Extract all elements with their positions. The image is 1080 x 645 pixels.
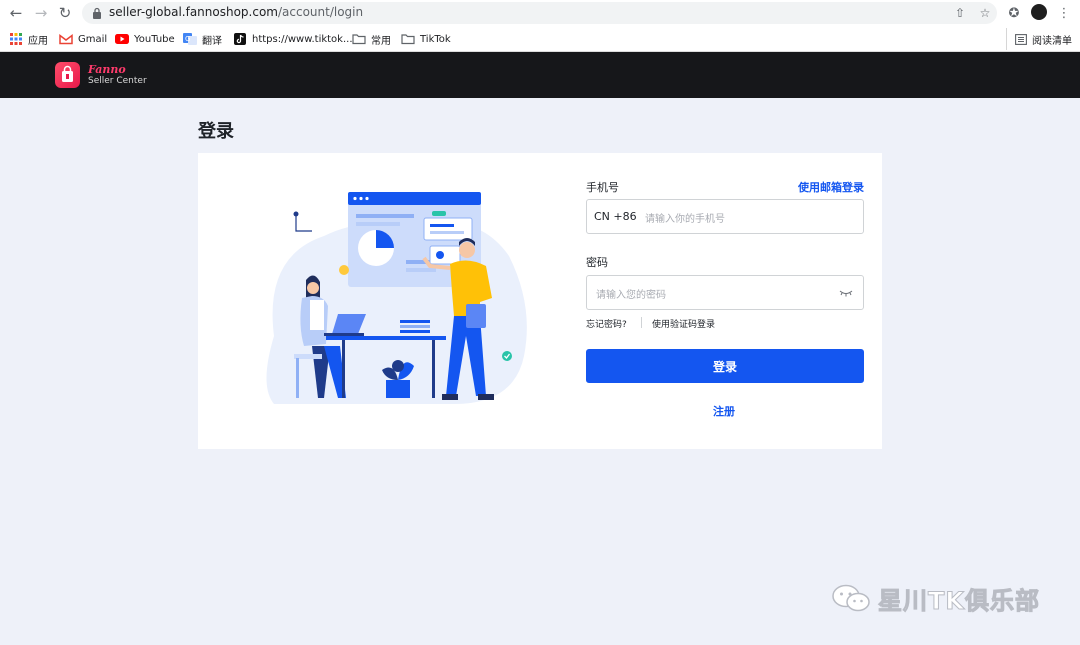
bookmark-label: YouTube — [134, 33, 175, 45]
star-icon[interactable]: ☆ — [977, 5, 993, 21]
browser-toolbar: ← → ↻ seller-global.fannoshop.com/accoun… — [0, 0, 1080, 26]
password-field[interactable]: 请输入您的密码 — [586, 275, 864, 310]
translate-icon: G — [183, 33, 197, 45]
bookmark-label: 应用 — [28, 35, 48, 47]
register-link[interactable]: 注册 — [713, 403, 735, 419]
bookmarks-bar: 应用 Gmail YouTube G 翻译 https://www.tiktok… — [0, 27, 1080, 51]
watermark-text: 星川TK俱乐部 — [878, 586, 1040, 615]
bookmark-label: https://www.tiktok... — [252, 33, 353, 45]
lock-icon — [93, 7, 101, 19]
address-bar[interactable]: seller-global.fannoshop.com/account/logi… — [82, 2, 997, 24]
profile-avatar[interactable] — [1031, 4, 1047, 20]
url-host: seller-global.fannoshop.com — [109, 5, 278, 19]
bookmark-translate[interactable]: G 翻译 — [183, 30, 222, 48]
reading-list-icon — [1015, 33, 1027, 45]
bookmark-label: Gmail — [78, 33, 108, 45]
email-login-link[interactable]: 使用邮箱登录 — [798, 179, 864, 195]
svg-text:G: G — [185, 35, 190, 43]
watermark: 星川TK俱乐部 — [830, 580, 1040, 616]
country-code-select[interactable]: CN +86 — [594, 210, 637, 223]
brand-name: Fanno — [88, 63, 126, 76]
wechat-icon — [832, 584, 870, 612]
forward-icon[interactable]: → — [31, 3, 51, 23]
phone-input-placeholder[interactable]: 请输入你的手机号 — [645, 210, 725, 225]
brand-subtitle: Seller Center — [88, 76, 147, 86]
tiktok-icon — [234, 33, 246, 45]
password-input-placeholder[interactable]: 请输入您的密码 — [596, 286, 666, 301]
link-divider — [641, 317, 642, 328]
shopping-bag-icon — [62, 65, 73, 82]
folder-icon — [401, 34, 415, 45]
share-icon[interactable]: ⇧ — [952, 5, 968, 21]
bookmark-folder-tiktok[interactable]: TikTok — [401, 30, 451, 48]
youtube-icon — [115, 34, 129, 44]
extensions-icon[interactable]: ✪ — [1004, 3, 1024, 23]
site-header: Fanno Seller Center — [0, 52, 1080, 98]
bookmark-gmail[interactable]: Gmail — [59, 30, 107, 48]
reading-list-label: 阅读清单 — [1032, 35, 1072, 47]
bookmark-label: 翻译 — [202, 35, 222, 47]
browser-chrome: ← → ↻ seller-global.fannoshop.com/accoun… — [0, 0, 1080, 52]
gmail-icon — [59, 34, 73, 45]
url-path: /account/login — [277, 5, 364, 19]
back-icon[interactable]: ← — [6, 3, 26, 23]
bookmark-apps[interactable]: 应用 — [9, 30, 48, 48]
hide-password-icon[interactable] — [839, 288, 853, 298]
fanno-logo[interactable] — [55, 62, 80, 88]
bookmark-folder-common[interactable]: 常用 — [352, 30, 391, 48]
login-button[interactable]: 登录 — [586, 349, 864, 383]
reading-list[interactable]: 阅读清单 — [1006, 28, 1072, 50]
bookmark-label: TikTok — [420, 33, 451, 45]
bookmark-tiktok-url[interactable]: https://www.tiktok... — [233, 30, 353, 48]
phone-label: 手机号 — [586, 181, 619, 194]
apps-grid-icon — [10, 33, 22, 45]
url-text: seller-global.fannoshop.com/account/logi… — [109, 5, 363, 19]
page-title: 登录 — [198, 121, 234, 142]
reload-icon[interactable]: ↻ — [55, 3, 75, 23]
forgot-password-link[interactable]: 忘记密码? — [586, 317, 627, 330]
login-illustration — [266, 192, 527, 404]
bookmark-youtube[interactable]: YouTube — [115, 30, 175, 48]
bookmark-label: 常用 — [371, 35, 391, 47]
phone-field[interactable]: CN +86 请输入你的手机号 — [586, 199, 864, 234]
menu-icon[interactable]: ⋮ — [1054, 3, 1074, 23]
password-label: 密码 — [586, 256, 608, 269]
folder-icon — [352, 34, 366, 45]
code-login-link[interactable]: 使用验证码登录 — [652, 317, 715, 330]
